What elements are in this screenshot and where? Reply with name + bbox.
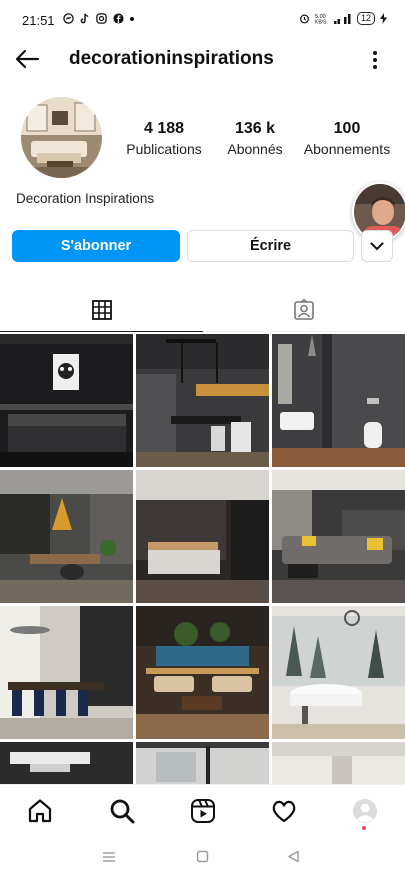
alarm-icon (300, 14, 309, 24)
profile-display-name: Decoration Inspirations (16, 191, 155, 206)
bathroom-window-image (136, 742, 269, 784)
heart-icon[interactable] (270, 797, 298, 825)
menu-icon[interactable] (102, 851, 116, 863)
follow-button[interactable]: S'abonner (12, 230, 180, 262)
more-options-icon[interactable] (368, 49, 382, 71)
white-room-image (272, 742, 405, 784)
message-button[interactable]: Écrire (187, 230, 354, 262)
dining-room-image (0, 606, 133, 739)
post-thumbnail[interactable] (136, 606, 269, 739)
charging-icon (380, 13, 387, 24)
more-notifications-icon (130, 16, 134, 21)
data-speed-icon: 5.00KB/S (315, 14, 327, 25)
reels-icon[interactable] (189, 797, 217, 825)
home-square-icon[interactable] (196, 850, 209, 863)
system-navigation-bar (0, 838, 405, 878)
post-thumbnail[interactable] (272, 470, 405, 603)
profile-header: decorationinspirations (0, 42, 405, 76)
post-thumbnail[interactable] (272, 606, 405, 739)
battery-indicator: 12 (356, 12, 375, 25)
messenger-icon (63, 13, 74, 24)
following-count: 100 (333, 120, 361, 137)
tiktok-icon (80, 13, 89, 24)
system-icons: 5.00 KB/S 12 (299, 12, 387, 25)
instagram-icon (96, 13, 107, 24)
post-thumbnail[interactable] (0, 606, 133, 739)
tab-posts-grid[interactable] (0, 288, 203, 332)
publications-count: 4 188 (143, 120, 185, 137)
back-triangle-icon[interactable] (287, 850, 300, 863)
post-thumbnail[interactable] (0, 470, 133, 603)
svg-text:KB/S: KB/S (315, 20, 327, 25)
bathroom-forest-image (272, 606, 405, 739)
stat-publications[interactable]: 4 188 Publications (120, 120, 208, 157)
bedroom-wood-image (136, 470, 269, 603)
notification-icons (63, 13, 134, 24)
post-thumbnail[interactable] (136, 334, 269, 467)
post-thumbnail[interactable] (272, 742, 405, 784)
chevron-down-icon (370, 242, 384, 250)
ceiling-detail-image (0, 742, 133, 784)
kitchen-island-image (0, 470, 133, 603)
home-icon[interactable] (26, 797, 54, 825)
post-thumbnail[interactable] (136, 470, 269, 603)
post-thumbnail[interactable] (272, 334, 405, 467)
back-arrow-icon[interactable] (14, 48, 40, 70)
bottom-navigation (0, 784, 405, 838)
tagged-icon (294, 298, 314, 320)
open-living-room-image (136, 606, 269, 739)
followers-count: 136 k (234, 120, 276, 137)
signal-icon (333, 14, 351, 24)
living-room-yellow-image (272, 470, 405, 603)
status-time: 21:51 (22, 13, 55, 28)
search-icon[interactable] (108, 797, 136, 825)
suggestions-dropdown-button[interactable] (361, 230, 393, 262)
profile-username: decorationinspirations (69, 48, 274, 69)
post-thumbnail[interactable] (0, 742, 133, 784)
stat-followers[interactable]: 136 k Abonnés (216, 120, 294, 157)
dark-bathroom-image (272, 334, 405, 467)
notification-dot (362, 826, 366, 830)
dark-bedroom-image (0, 334, 133, 467)
grid-icon (91, 299, 112, 320)
followers-label: Abonnés (227, 141, 283, 157)
tab-tagged[interactable] (203, 288, 405, 332)
publications-label: Publications (126, 141, 202, 157)
facebook-icon (113, 13, 124, 24)
profile-tabs (0, 288, 405, 332)
profile-avatar[interactable] (21, 97, 102, 178)
dark-kitchen-image (136, 334, 269, 467)
post-thumbnail[interactable] (0, 334, 133, 467)
posts-grid (0, 334, 405, 784)
stat-following[interactable]: 100 Abonnements (300, 120, 394, 157)
following-label: Abonnements (303, 141, 391, 157)
profile-icon[interactable] (351, 797, 379, 825)
post-thumbnail[interactable] (136, 742, 269, 784)
status-bar: 21:51 5.00 KB/S 12 (0, 0, 405, 42)
